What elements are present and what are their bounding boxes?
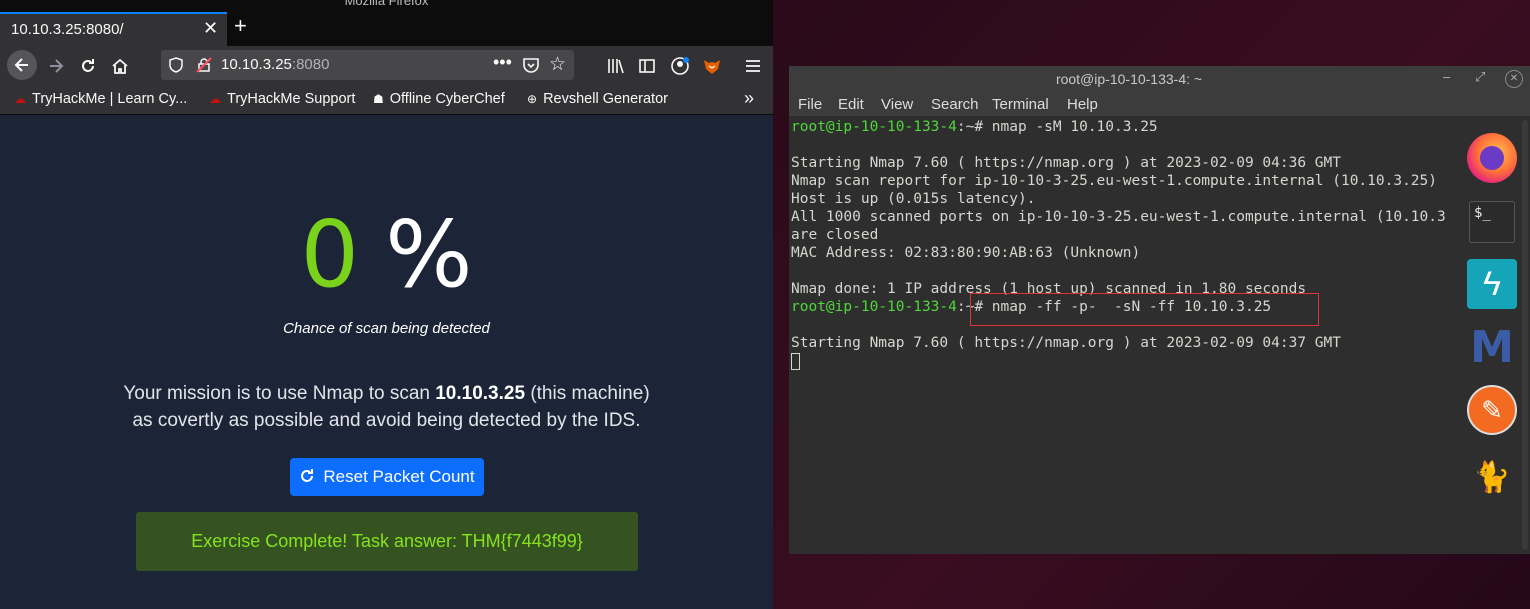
new-tab-button[interactable]: + — [234, 14, 247, 38]
tryhackme-icon: ☁ — [209, 92, 221, 106]
terminal-line: Host is up (0.015s latency). — [791, 191, 1036, 207]
bookmark-revshell[interactable]: ⊕ Revshell Generator — [527, 91, 668, 107]
menu-help[interactable]: Help — [1067, 96, 1098, 113]
tab-active[interactable]: 10.10.3.25:8080/ ✕ — [0, 12, 227, 46]
terminal-cursor — [791, 353, 800, 370]
insecure-lock-icon — [196, 57, 212, 73]
home-button[interactable] — [106, 52, 134, 80]
detection-value: 0 — [300, 201, 360, 308]
account-icon[interactable] — [670, 56, 690, 76]
tab-strip: 10.10.3.25:8080/ ✕ + — [0, 10, 773, 46]
refresh-icon — [301, 469, 314, 482]
menu-hamburger-icon[interactable] — [744, 57, 762, 75]
nav-bar: 10.10.3.25:8080 ••• ☆ — [0, 46, 773, 86]
mission-ip: 10.10.3.25 — [435, 383, 526, 404]
mission-text: Your mission is to use Nmap to scan 10.1… — [123, 383, 650, 431]
reload-icon — [82, 59, 94, 72]
terminal-line: Nmap scan report for ip-10-10-3-25.eu-we… — [791, 173, 1438, 189]
tab-close-icon[interactable]: ✕ — [203, 18, 218, 39]
terminal-line: MAC Address: 02:83:80:90:AB:63 (Unknown) — [791, 245, 1141, 261]
terminal-titlebar: root@ip-10-10-133-4: ~ – ⤢ ✕ — [789, 66, 1530, 92]
detection-caption: Chance of scan being detected — [283, 320, 490, 337]
dock-terminal-icon[interactable]: $_ — [1469, 201, 1515, 243]
dock-bolt-icon[interactable]: ϟ — [1467, 259, 1517, 309]
close-icon[interactable]: ✕ — [1505, 70, 1523, 88]
dock-pen-icon[interactable]: ✎ — [1467, 385, 1517, 435]
reload-button[interactable] — [74, 52, 102, 80]
terminal-output[interactable]: root@ip-10-10-133-4:~# nmap -sM 10.10.3.… — [789, 116, 1530, 554]
app-dock: $_ ϟ M ✎ 🐈 — [1463, 123, 1523, 503]
shield-icon — [169, 57, 183, 73]
forward-arrow-icon — [50, 59, 64, 73]
bookmark-star-icon[interactable]: ☆ — [549, 53, 566, 76]
globe-icon: ⊕ — [527, 92, 538, 106]
menu-edit[interactable]: Edit — [838, 96, 864, 113]
url-bar[interactable]: 10.10.3.25:8080 ••• ☆ — [161, 50, 574, 80]
back-arrow-icon — [14, 58, 28, 72]
bookmark-tryhackme-support[interactable]: ☁ TryHackMe Support — [209, 91, 355, 107]
detection-percentage: 0% — [0, 205, 773, 305]
back-button[interactable] — [7, 50, 37, 80]
reset-packet-count-button[interactable]: Reset Packet Count — [290, 458, 484, 496]
completion-alert: Exercise Complete! Task answer: THM{f744… — [136, 512, 638, 571]
bookmark-tryhackme[interactable]: ☁ TryHackMe | Learn Cy... — [14, 91, 187, 107]
menu-search[interactable]: Search — [931, 96, 979, 113]
home-icon — [112, 58, 128, 74]
forward-button[interactable] — [42, 52, 70, 80]
terminal-line: root@ip-10-10-133-4:~# nmap -sM 10.10.3.… — [791, 119, 1158, 135]
menu-view[interactable]: View — [881, 96, 913, 113]
menu-terminal[interactable]: Terminal — [992, 96, 1049, 113]
library-icon[interactable] — [607, 57, 625, 75]
minimize-icon[interactable]: – — [1443, 69, 1450, 84]
tab-title: 10.10.3.25:8080/ — [11, 21, 124, 38]
page-content: 0% Chance of scan being detected Your mi… — [0, 115, 773, 609]
terminal-line: All 1000 scanned ports on ip-10-10-3-25.… — [791, 209, 1446, 225]
bookmark-cyberchef[interactable]: ☗ Offline CyberChef — [373, 91, 505, 107]
terminal-line: Starting Nmap 7.60 ( https://nmap.org ) … — [791, 335, 1341, 351]
tryhackme-icon: ☁ — [14, 92, 26, 106]
dock-firefox-icon[interactable] — [1467, 133, 1517, 183]
detection-sign: % — [385, 201, 473, 308]
page-actions-icon[interactable]: ••• — [493, 52, 512, 73]
extension-fox-icon[interactable] — [702, 56, 722, 76]
pocket-icon[interactable] — [522, 56, 540, 74]
dock-cat-icon[interactable]: 🐈 — [1467, 453, 1517, 503]
terminal-menubar: File Edit View Search Terminal Help — [789, 92, 1530, 116]
chef-icon: ☗ — [373, 92, 384, 106]
menu-file[interactable]: File — [798, 96, 822, 113]
dock-metasploit-icon[interactable]: M — [1467, 323, 1517, 373]
terminal-line: Starting Nmap 7.60 ( https://nmap.org ) … — [791, 155, 1341, 171]
maximize-icon[interactable]: ⤢ — [1475, 69, 1485, 85]
command-highlight-box — [970, 293, 1319, 326]
terminal-line: are closed — [791, 227, 879, 243]
url-text: 10.10.3.25:8080 — [221, 56, 330, 73]
firefox-window: Mozilla Firefox 10.10.3.25:8080/ ✕ + 10.… — [0, 0, 773, 609]
terminal-title: root@ip-10-10-133-4: ~ — [1055, 71, 1203, 87]
window-title: Mozilla Firefox — [0, 0, 773, 10]
sidebar-icon[interactable] — [638, 57, 656, 75]
terminal-window: root@ip-10-10-133-4: ~ – ⤢ ✕ File Edit V… — [789, 66, 1530, 554]
bookmarks-overflow-icon[interactable]: » — [744, 88, 754, 109]
bookmarks-toolbar: ☁ TryHackMe | Learn Cy... ☁ TryHackMe Supp… — [0, 86, 773, 115]
